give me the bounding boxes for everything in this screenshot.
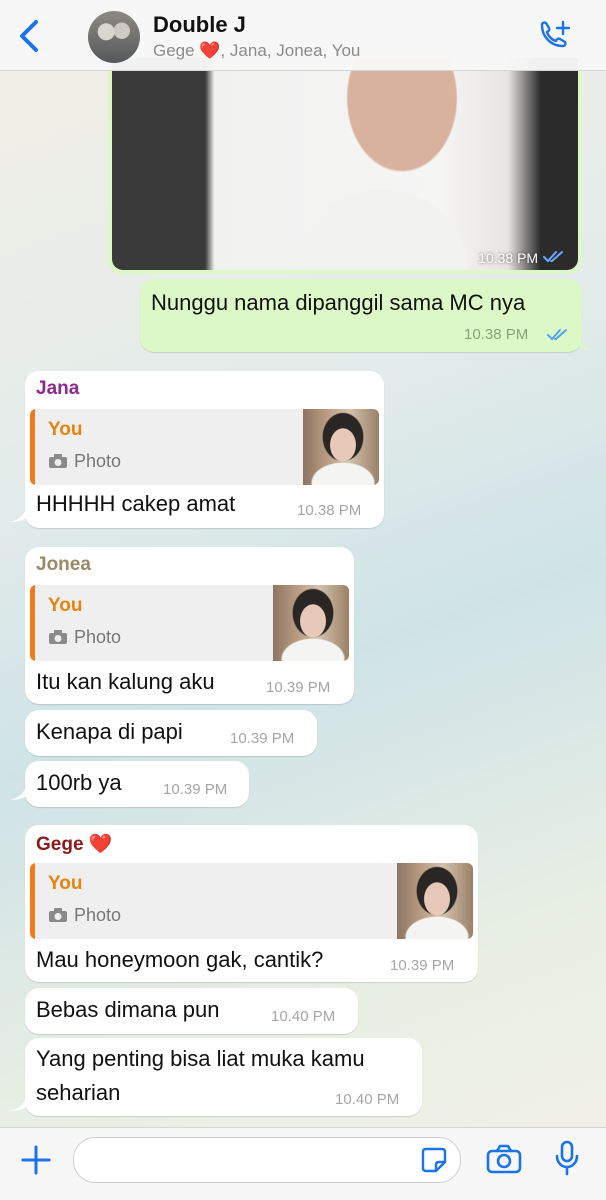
incoming-message[interactable]: Bebas dimana pun 10.40 PM [25, 988, 358, 1034]
message-time: 10.38 PM [297, 502, 362, 519]
message-time: 10.39 PM [163, 781, 228, 798]
member-gege: Gege [153, 41, 200, 60]
quote-bar [30, 585, 35, 661]
quote-bar [30, 409, 35, 485]
message-text-line2: seharian [36, 1080, 121, 1105]
camera-icon [49, 454, 67, 468]
incoming-message[interactable]: 100rb ya 10.39 PM [25, 761, 249, 807]
group-avatar[interactable] [88, 11, 140, 63]
quote-author: You [48, 419, 83, 440]
quote-thumbnail [273, 585, 349, 661]
message-text: Kenapa di papi [36, 719, 183, 744]
message-text: 100rb ya [36, 770, 122, 795]
read-ticks-icon [547, 329, 567, 341]
heart-emoji: ❤️ [199, 41, 221, 60]
incoming-message-jonea[interactable]: Jonea You Photo Itu kan kalung aku 10.39… [25, 547, 354, 704]
quote-type: Photo [74, 627, 122, 647]
quote-thumbnail [303, 409, 379, 485]
message-time: 10.38 PM [464, 326, 529, 343]
shared-photo[interactable] [112, 58, 578, 270]
message-input[interactable] [73, 1137, 461, 1183]
quote-type: Photo [74, 905, 122, 925]
sender-name: Jonea [36, 554, 91, 575]
incoming-message[interactable]: Yang penting bisa liat muka kamu seharia… [25, 1038, 422, 1116]
message-text: HHHHH cakep amat [36, 491, 236, 516]
outgoing-photo-bubble[interactable]: 10.38 PM [108, 58, 582, 274]
message-time: 10.40 PM [271, 1008, 336, 1025]
members-list[interactable]: Gege ❤️, Jana, Jonea, You [153, 41, 360, 61]
message-text: Mau honeymoon gak, cantik? [36, 947, 324, 972]
members-rest: , Jana, Jonea, You [220, 41, 361, 60]
camera-icon[interactable] [486, 1144, 522, 1174]
incoming-message-jana[interactable]: Jana You Photo HHHHH cakep amat 10.38 PM [25, 371, 384, 528]
quote-bar [30, 863, 35, 939]
chat-header: Double J Gege ❤️, Jana, Jonea, You [0, 0, 606, 71]
message-time: 10.39 PM [266, 679, 331, 696]
message-time: 10.40 PM [335, 1091, 400, 1108]
message-text: Nunggu nama dipanggil sama MC nya [151, 290, 526, 315]
bubble-tail [10, 786, 26, 800]
back-chevron-icon[interactable] [14, 18, 44, 54]
sticker-icon[interactable] [421, 1147, 447, 1173]
message-text-line1: Yang penting bisa liat muka kamu [36, 1046, 365, 1071]
incoming-message[interactable]: Kenapa di papi 10.39 PM [25, 710, 317, 756]
incoming-message-gege[interactable]: Gege ❤️ You Photo Mau honeymoon gak, can… [25, 825, 478, 982]
sender-name: Jana [36, 378, 80, 399]
message-text: Itu kan kalung aku [36, 669, 215, 694]
quote-thumbnail [397, 863, 473, 939]
quoted-photo[interactable]: You Photo [30, 585, 349, 661]
bubble-tail [10, 1097, 26, 1111]
outgoing-message[interactable]: Nunggu nama dipanggil sama MC nya 10.38 … [140, 279, 582, 352]
message-time: 10.39 PM [230, 730, 295, 747]
message-time: 10.39 PM [390, 957, 455, 974]
quote-type: Photo [74, 451, 122, 471]
bubble-tail [10, 508, 26, 522]
quote-author: You [48, 595, 83, 616]
chat-title[interactable]: Double J [153, 12, 246, 38]
read-ticks-icon [543, 251, 563, 263]
message-text: Bebas dimana pun [36, 997, 220, 1022]
heart-emoji: ❤️ [88, 834, 113, 855]
quote-author: You [48, 873, 83, 894]
camera-icon [49, 908, 67, 922]
sender-name: Gege ❤️ [36, 834, 113, 855]
bubble-tail [578, 336, 594, 350]
plus-icon[interactable] [20, 1144, 52, 1176]
microphone-icon[interactable] [554, 1140, 580, 1176]
quoted-photo[interactable]: You Photo [30, 863, 473, 939]
camera-icon [49, 630, 67, 644]
quoted-photo[interactable]: You Photo [30, 409, 379, 485]
photo-timestamp: 10.38 PM [478, 250, 566, 266]
add-call-icon[interactable] [536, 19, 572, 55]
